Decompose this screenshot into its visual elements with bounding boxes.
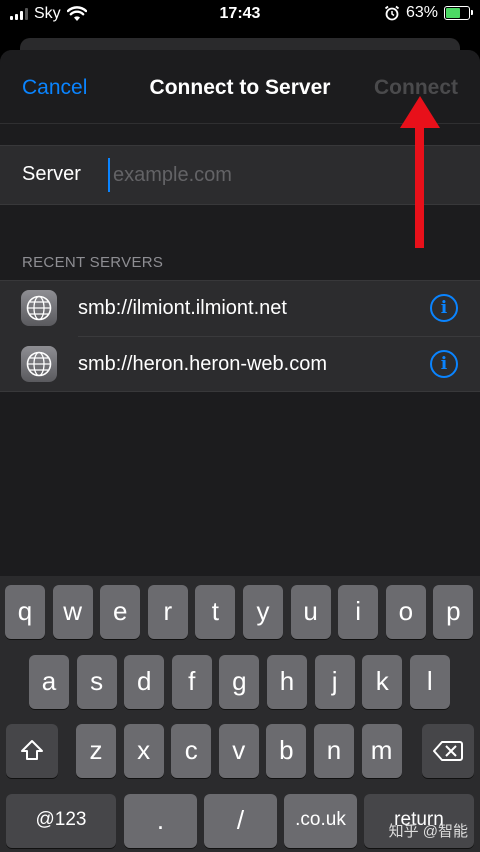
key-v[interactable]: v [218,724,259,778]
info-circle-icon[interactable]: i [430,350,458,378]
key-e[interactable]: e [100,585,141,639]
key-i[interactable]: i [338,585,379,639]
watermark: 知乎 @智能 [388,823,468,840]
key-q[interactable]: q [5,585,45,639]
key-p[interactable]: p [433,585,474,639]
key-z[interactable]: z [76,724,116,778]
key-y[interactable]: y [243,585,283,639]
key-d[interactable]: d [124,655,165,709]
alarm-icon [384,5,400,21]
slash-key[interactable]: / [204,794,277,848]
dot-key[interactable]: . [124,794,197,848]
numbers-key[interactable]: @123 [6,794,116,848]
delete-key[interactable] [422,724,474,778]
recent-servers-list: smb://ilmiont.ilmiont.net i smb://heron.… [0,280,480,392]
list-item[interactable]: smb://ilmiont.ilmiont.net i [0,281,480,336]
recent-servers-header: RECENT SERVERS [22,254,164,271]
battery-icon [444,6,473,20]
key-u[interactable]: u [290,585,331,639]
key-a[interactable]: a [29,655,69,709]
keyboard: qwertyuiop asdfghjkl zxcvbnm @123 . / .c… [0,576,480,852]
key-s[interactable]: s [76,655,117,709]
battery-fill [446,8,460,18]
key-x[interactable]: x [123,724,164,778]
server-label: Server [22,163,81,185]
server-input[interactable] [108,158,428,192]
key-r[interactable]: r [147,585,188,639]
key-n[interactable]: n [314,724,354,778]
backspace-icon [433,741,463,761]
key-l[interactable]: l [409,655,450,709]
key-j[interactable]: j [314,655,355,709]
shift-arrow-icon [21,740,43,760]
key-k[interactable]: k [362,655,403,709]
key-b[interactable]: b [266,724,307,778]
key-g[interactable]: g [219,655,260,709]
server-address: smb://ilmiont.ilmiont.net [78,297,287,319]
key-o[interactable]: o [385,585,426,639]
key-t[interactable]: t [195,585,236,639]
status-bar: Sky 17:43 63% [0,0,480,28]
key-f[interactable]: f [171,655,212,709]
status-right: 63% [384,4,473,22]
key-h[interactable]: h [267,655,307,709]
shift-key[interactable] [6,724,58,778]
annotation-arrow-icon [400,96,440,248]
globe-network-icon [21,290,57,326]
key-c[interactable]: c [171,724,212,778]
list-item[interactable]: smb://heron.heron-web.com i [21,336,480,391]
server-address: smb://heron.heron-web.com [78,353,328,375]
globe-network-icon [21,346,57,382]
domain-key[interactable]: .co.uk [284,794,357,848]
key-w[interactable]: w [52,585,93,639]
info-circle-icon[interactable]: i [430,294,458,322]
battery-percent: 63% [405,4,438,21]
key-m[interactable]: m [361,724,402,778]
